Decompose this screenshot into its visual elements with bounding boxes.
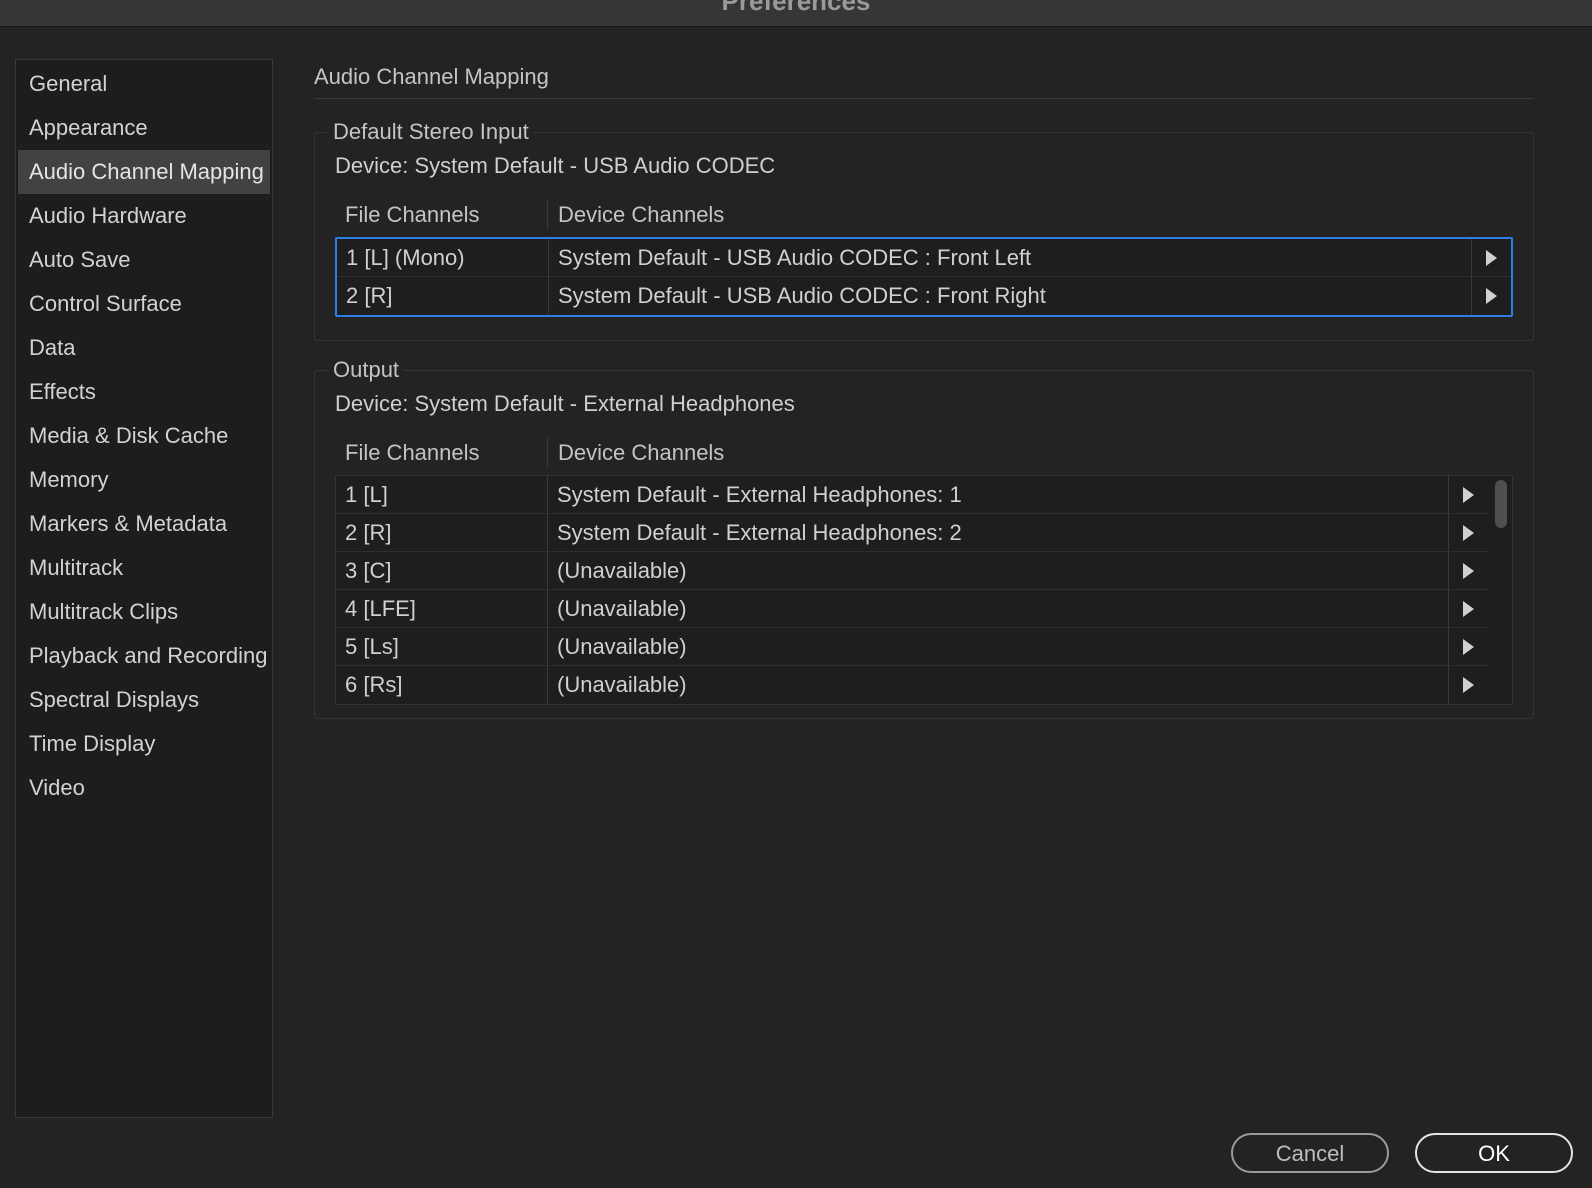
sidebar-item-markers-metadata[interactable]: Markers & Metadata [18, 502, 270, 546]
sidebar-item-audio-channel-mapping[interactable]: Audio Channel Mapping [18, 150, 270, 194]
table-row[interactable]: 6 [Rs] (Unavailable) [336, 666, 1488, 704]
sidebar-item-multitrack[interactable]: Multitrack [18, 546, 270, 590]
sidebar-item-multitrack-clips[interactable]: Multitrack Clips [18, 590, 270, 634]
dropdown-arrow-icon[interactable] [1448, 514, 1488, 551]
device-channel-cell: (Unavailable) [547, 590, 1448, 627]
sidebar-item-general[interactable]: General [18, 62, 270, 106]
input-column-headers: File Channels Device Channels [335, 197, 1513, 233]
dropdown-arrow-icon[interactable] [1471, 277, 1511, 315]
cancel-button[interactable]: Cancel [1231, 1133, 1389, 1173]
title-bar: Preferences [0, 0, 1592, 27]
default-stereo-input-group: Default Stereo Input Device: System Defa… [314, 119, 1534, 341]
output-group: Output Device: System Default - External… [314, 357, 1534, 719]
file-channel-cell: 4 [LFE] [345, 596, 416, 621]
ok-button[interactable]: OK [1415, 1133, 1573, 1173]
table-row[interactable]: 1 [L] (Mono) System Default - USB Audio … [337, 239, 1511, 277]
file-channel-cell: 6 [Rs] [345, 672, 403, 697]
file-channel-cell: 5 [Ls] [345, 634, 399, 659]
device-channel-cell: System Default - USB Audio CODEC : Front… [548, 239, 1471, 276]
sidebar-item-playback-recording[interactable]: Playback and Recording [18, 634, 270, 678]
scrollbar-thumb[interactable] [1495, 480, 1507, 528]
input-device-channels-header: Device Channels [547, 200, 724, 230]
sidebar-item-control-surface[interactable]: Control Surface [18, 282, 270, 326]
output-mapping-table[interactable]: 1 [L] System Default - External Headphon… [335, 475, 1513, 705]
file-channel-cell: 1 [L] (Mono) [346, 245, 465, 270]
sidebar-item-data[interactable]: Data [18, 326, 270, 370]
file-channel-cell: 1 [L] [345, 482, 388, 507]
device-channel-cell: (Unavailable) [547, 628, 1448, 665]
page-title: Audio Channel Mapping [314, 59, 1534, 99]
preferences-sidebar: General Appearance Audio Channel Mapping… [15, 59, 273, 1118]
table-row[interactable]: 1 [L] System Default - External Headphon… [336, 476, 1488, 514]
sidebar-item-video[interactable]: Video [18, 766, 270, 810]
output-group-legend: Output [333, 357, 400, 382]
file-channel-cell: 3 [C] [345, 558, 392, 583]
sidebar-item-effects[interactable]: Effects [18, 370, 270, 414]
sidebar-item-spectral-displays[interactable]: Spectral Displays [18, 678, 270, 722]
device-channel-cell: System Default - External Headphones: 2 [547, 514, 1448, 551]
main-panel: Audio Channel Mapping Default Stereo Inp… [314, 59, 1534, 719]
output-device-channels-header: Device Channels [547, 438, 724, 468]
input-group-legend: Default Stereo Input [333, 119, 529, 144]
sidebar-item-auto-save[interactable]: Auto Save [18, 238, 270, 282]
device-channel-cell: (Unavailable) [547, 666, 1448, 704]
input-device-label: Device: System Default - USB Audio CODEC [335, 153, 776, 178]
file-channel-cell: 2 [R] [345, 520, 392, 545]
table-row[interactable]: 4 [LFE] (Unavailable) [336, 590, 1488, 628]
output-device-label: Device: System Default - External Headph… [335, 391, 795, 416]
output-column-headers: File Channels Device Channels [335, 435, 1513, 471]
dropdown-arrow-icon[interactable] [1471, 239, 1511, 276]
device-channel-cell: System Default - External Headphones: 1 [547, 476, 1448, 513]
table-row[interactable]: 2 [R] System Default - External Headphon… [336, 514, 1488, 552]
sidebar-item-audio-hardware[interactable]: Audio Hardware [18, 194, 270, 238]
sidebar-item-time-display[interactable]: Time Display [18, 722, 270, 766]
window-title: Preferences [721, 0, 871, 16]
dropdown-arrow-icon[interactable] [1448, 552, 1488, 589]
input-mapping-table[interactable]: 1 [L] (Mono) System Default - USB Audio … [335, 237, 1513, 317]
table-row[interactable]: 3 [C] (Unavailable) [336, 552, 1488, 590]
sidebar-item-media-disk-cache[interactable]: Media & Disk Cache [18, 414, 270, 458]
dropdown-arrow-icon[interactable] [1448, 476, 1488, 513]
sidebar-item-memory[interactable]: Memory [18, 458, 270, 502]
output-file-channels-header: File Channels [345, 440, 480, 465]
file-channel-cell: 2 [R] [346, 283, 393, 308]
dropdown-arrow-icon[interactable] [1448, 590, 1488, 627]
device-channel-cell: System Default - USB Audio CODEC : Front… [548, 277, 1471, 315]
input-file-channels-header: File Channels [345, 202, 480, 227]
dropdown-arrow-icon[interactable] [1448, 628, 1488, 665]
device-channel-cell: (Unavailable) [547, 552, 1448, 589]
table-row[interactable]: 5 [Ls] (Unavailable) [336, 628, 1488, 666]
dropdown-arrow-icon[interactable] [1448, 666, 1488, 704]
table-row[interactable]: 2 [R] System Default - USB Audio CODEC :… [337, 277, 1511, 315]
sidebar-item-appearance[interactable]: Appearance [18, 106, 270, 150]
output-table-scrollbar[interactable] [1492, 478, 1510, 698]
